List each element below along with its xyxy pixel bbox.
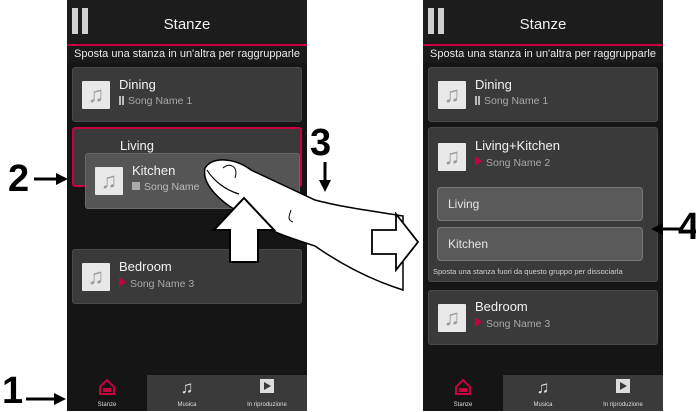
album-art: ♫ xyxy=(82,81,110,109)
song-name: Song Name 1 xyxy=(128,95,193,107)
transition-arrow-icon xyxy=(371,212,420,272)
song-name: Song Name 2 xyxy=(486,157,551,169)
music-note-icon: ♫ xyxy=(443,82,461,107)
pause-status-icon xyxy=(475,96,480,105)
tab-label: Musica xyxy=(177,402,197,408)
screen-title: Stanze xyxy=(519,16,567,33)
album-art: ♫ xyxy=(82,263,110,291)
group-hint-text: Sposta una stanza fuori da questo gruppo… xyxy=(433,267,623,276)
tab-musica[interactable]: ♫ Musica xyxy=(503,375,583,411)
room-card-bedroom[interactable]: ♫ Bedroom Song Name 3 xyxy=(428,290,658,345)
callout-arrow-2 xyxy=(34,173,68,185)
playing-status-icon xyxy=(475,317,482,327)
tab-label: In riproduzione xyxy=(603,402,643,408)
song-name: Song Name 1 xyxy=(484,95,549,107)
group-card-living-kitchen[interactable]: ♫ Living+Kitchen Song Name 2 Living Kitc… xyxy=(428,127,658,282)
room-name: Bedroom xyxy=(119,259,172,274)
room-name: Dining xyxy=(475,77,512,92)
pause-status-icon xyxy=(119,96,124,105)
tab-label: Stanze xyxy=(453,402,473,408)
room-name: Living xyxy=(120,138,154,153)
group-member-kitchen[interactable]: Kitchen xyxy=(437,227,643,261)
screen-title: Stanze xyxy=(163,16,211,33)
room-name: Dining xyxy=(119,77,156,92)
top-bar: Stanze xyxy=(423,0,663,44)
play-icon xyxy=(227,378,307,399)
callout-arrow-3 xyxy=(319,162,331,192)
music-note-icon: ♫ xyxy=(536,378,550,397)
room-name: Bedroom xyxy=(475,299,528,314)
bottom-nav: Stanze ♫ Musica In riproduzione xyxy=(67,375,307,411)
instruction-text: Sposta una stanza in un'altra per raggru… xyxy=(423,46,663,63)
callout-4: 4 xyxy=(678,206,696,248)
room-name: Kitchen xyxy=(132,163,176,178)
play-icon xyxy=(583,378,663,399)
tab-stanze[interactable]: Stanze xyxy=(67,375,147,411)
tab-stanze[interactable]: Stanze xyxy=(423,375,503,411)
album-art: ♫ xyxy=(438,143,466,171)
tab-musica[interactable]: ♫ Musica xyxy=(147,375,227,411)
music-note-icon: ♫ xyxy=(443,144,461,169)
song-name: Song Name 3 xyxy=(130,278,195,290)
room-card-dining[interactable]: ♫ Dining Song Name 1 xyxy=(72,67,302,122)
group-member-living[interactable]: Living xyxy=(437,187,643,221)
room-card-dining[interactable]: ♫ Dining Song Name 1 xyxy=(428,67,658,122)
callout-arrow-1 xyxy=(26,393,66,405)
right-screen: Stanze Sposta una stanza in un'altra per… xyxy=(423,0,663,411)
stop-status-icon xyxy=(132,182,140,190)
callout-2: 2 xyxy=(8,158,30,200)
playing-status-icon xyxy=(119,277,126,287)
music-note-icon: ♫ xyxy=(443,305,461,330)
album-art: ♫ xyxy=(95,167,123,195)
tab-in-riproduzione[interactable]: In riproduzione xyxy=(583,375,663,411)
album-art: ♫ xyxy=(438,81,466,109)
up-arrow-icon xyxy=(212,196,276,263)
song-name: Song Name 3 xyxy=(486,318,551,330)
room-name: Living+Kitchen xyxy=(475,138,560,153)
callout-3: 3 xyxy=(310,122,332,164)
album-art: ♫ xyxy=(438,304,466,332)
bottom-nav: Stanze ♫ Musica In riproduzione xyxy=(423,375,663,411)
tab-label: Stanze xyxy=(97,402,117,408)
house-icon xyxy=(423,378,503,401)
music-note-icon: ♫ xyxy=(87,82,105,107)
callout-1: 1 xyxy=(2,370,24,412)
tab-label: In riproduzione xyxy=(247,402,287,408)
music-note-icon: ♫ xyxy=(180,378,194,397)
music-note-icon: ♫ xyxy=(87,264,105,289)
tab-in-riproduzione[interactable]: In riproduzione xyxy=(227,375,307,411)
tab-label: Musica xyxy=(533,402,553,408)
top-bar: Stanze xyxy=(67,0,307,44)
song-name: Song Name xyxy=(144,181,200,193)
instruction-text: Sposta una stanza in un'altra per raggru… xyxy=(67,46,307,63)
playing-status-icon xyxy=(475,156,482,166)
callout-arrow-4 xyxy=(651,223,681,235)
house-icon xyxy=(67,378,147,401)
music-note-icon: ♫ xyxy=(100,168,118,193)
